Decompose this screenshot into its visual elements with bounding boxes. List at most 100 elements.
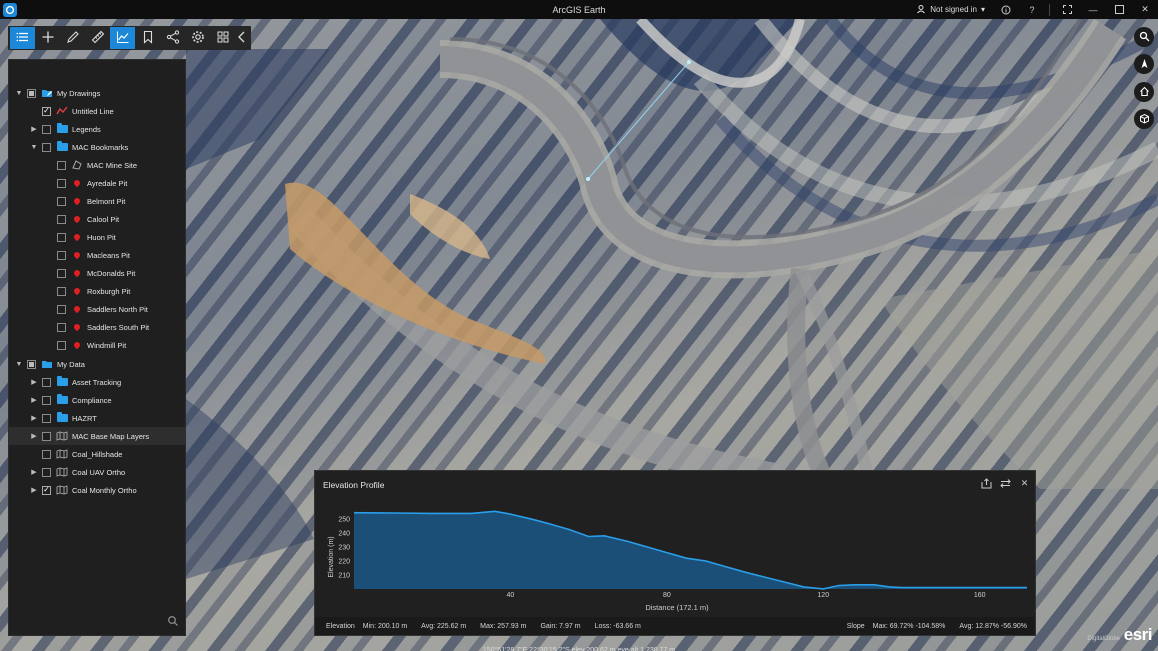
layer-checkbox[interactable] — [42, 413, 51, 423]
layer-item[interactable]: Saddlers South Pit — [9, 318, 186, 336]
search-map-button[interactable] — [1134, 27, 1154, 47]
caret-down-icon[interactable]: ▼ — [14, 88, 24, 98]
layer-item[interactable]: Ayredale Pit — [9, 174, 186, 192]
caret-right-icon[interactable]: ▶ — [29, 395, 39, 405]
layer-checkbox[interactable] — [27, 359, 36, 369]
signin-button[interactable]: Not signed in ▾ — [908, 4, 993, 16]
layer-checkbox[interactable] — [57, 322, 66, 332]
y-tick-label: 220 — [338, 559, 350, 566]
layer-checkbox[interactable] — [42, 377, 51, 387]
layer-item[interactable]: ▶ Legends — [9, 120, 186, 138]
caret-right-icon[interactable]: ▶ — [29, 413, 39, 423]
map-layer-icon — [56, 449, 68, 460]
search-icon[interactable] — [167, 615, 179, 627]
layer-label: Untitled Line — [72, 106, 114, 116]
layer-item[interactable]: Roxburgh Pit — [9, 282, 186, 300]
help-icon[interactable]: ? — [1019, 0, 1045, 19]
map-pin-icon — [71, 178, 83, 189]
folder-icon — [56, 141, 68, 153]
layer-item[interactable]: Windmill Pit — [9, 336, 186, 354]
layer-checkbox[interactable] — [57, 214, 66, 224]
layer-item[interactable]: ▶ Coal Monthly Ortho — [9, 481, 186, 499]
map-layer-icon — [56, 431, 68, 442]
layer-item[interactable]: ▶ Coal UAV Ortho — [9, 463, 186, 481]
layer-item[interactable]: ▶ Asset Tracking — [9, 373, 186, 391]
layer-checkbox[interactable] — [27, 88, 36, 98]
caret-spacer — [44, 286, 54, 296]
maximize-icon[interactable] — [1106, 0, 1132, 19]
compass-button[interactable] — [1134, 54, 1154, 74]
swap-icon[interactable] — [999, 477, 1012, 489]
layer-label: MAC Base Map Layers — [72, 431, 150, 441]
map-pin-icon — [71, 304, 83, 315]
layer-item[interactable]: Coal_Hillshade — [9, 445, 186, 463]
layer-item[interactable]: Saddlers North Pit — [9, 300, 186, 318]
layer-checkbox[interactable] — [57, 160, 66, 170]
layer-checkbox[interactable] — [42, 124, 51, 134]
layer-item[interactable]: ▶ Compliance — [9, 391, 186, 409]
layer-item[interactable]: Huon Pit — [9, 228, 186, 246]
layer-item[interactable]: ▶ HAZRT — [9, 409, 186, 427]
layer-checkbox[interactable] — [57, 340, 66, 350]
layer-checkbox[interactable] — [42, 467, 51, 477]
coordinate-readout: 150°51'28.7"E 22°30'15.2"S elev 200.62 m… — [482, 647, 676, 651]
layer-item[interactable]: ▼ My Data — [9, 355, 186, 373]
layer-checkbox[interactable] — [57, 250, 66, 260]
fullscreen-icon[interactable] — [1054, 0, 1080, 19]
layer-label: McDonalds Pit — [87, 268, 136, 278]
minimize-icon[interactable]: — — [1080, 0, 1106, 19]
close-icon[interactable]: ✕ — [1132, 0, 1158, 19]
grid-button[interactable] — [210, 27, 235, 49]
layer-item[interactable]: Belmont Pit — [9, 192, 186, 210]
user-icon — [916, 4, 926, 16]
close-icon[interactable]: ✕ — [1018, 477, 1031, 489]
3d-view-button[interactable] — [1134, 109, 1154, 129]
layer-checkbox[interactable] — [42, 142, 51, 152]
elevation-stats-bar: Elevation Min: 200.10 m Avg: 225.62 m Ma… — [315, 617, 1035, 635]
layers-list-button[interactable] — [10, 27, 35, 49]
layer-checkbox[interactable] — [57, 286, 66, 296]
y-tick-label: 210 — [338, 573, 350, 580]
layer-item[interactable]: ▼ MAC Bookmarks — [9, 138, 186, 156]
layer-checkbox[interactable] — [42, 395, 51, 405]
caret-down-icon[interactable]: ▼ — [29, 142, 39, 152]
layer-checkbox[interactable] — [42, 485, 51, 495]
caret-right-icon[interactable]: ▶ — [29, 485, 39, 495]
layer-item[interactable]: Untitled Line — [9, 102, 186, 120]
app-logo-icon — [3, 2, 17, 17]
collapse-toolbar-button[interactable] — [235, 27, 249, 49]
layer-checkbox[interactable] — [42, 449, 51, 459]
share-button[interactable] — [160, 27, 185, 49]
measure-button[interactable] — [85, 27, 110, 49]
settings-button[interactable] — [185, 27, 210, 49]
y-tick-label: 240 — [338, 531, 350, 538]
x-tick-label: 160 — [974, 592, 986, 599]
x-axis-label: Distance (172.1 m) — [645, 603, 709, 612]
layer-item[interactable]: Macleans Pit — [9, 246, 186, 264]
layer-item[interactable]: MAC Mine Site — [9, 156, 186, 174]
caret-right-icon[interactable]: ▶ — [29, 124, 39, 134]
line-feature-icon — [56, 106, 68, 117]
bookmark-button[interactable] — [135, 27, 160, 49]
layer-checkbox[interactable] — [57, 232, 66, 242]
layer-checkbox[interactable] — [42, 106, 51, 116]
layer-item[interactable]: McDonalds Pit — [9, 264, 186, 282]
draw-button[interactable] — [60, 27, 85, 49]
add-button[interactable] — [35, 27, 60, 49]
layer-checkbox[interactable] — [57, 304, 66, 314]
home-button[interactable] — [1134, 82, 1154, 102]
caret-right-icon[interactable]: ▶ — [29, 377, 39, 387]
elevation-profile-button[interactable] — [110, 27, 135, 49]
layer-item[interactable]: Calool Pit — [9, 210, 186, 228]
info-icon[interactable] — [993, 0, 1019, 19]
caret-down-icon[interactable]: ▼ — [14, 359, 24, 369]
caret-right-icon[interactable]: ▶ — [29, 431, 39, 441]
layer-checkbox[interactable] — [42, 431, 51, 441]
layer-item[interactable]: ▶ MAC Base Map Layers — [9, 427, 186, 445]
caret-right-icon[interactable]: ▶ — [29, 467, 39, 477]
export-icon[interactable] — [980, 477, 993, 489]
layer-checkbox[interactable] — [57, 268, 66, 278]
layer-item[interactable]: ▼ My Drawings — [9, 84, 186, 102]
layer-checkbox[interactable] — [57, 178, 66, 188]
layer-checkbox[interactable] — [57, 196, 66, 206]
